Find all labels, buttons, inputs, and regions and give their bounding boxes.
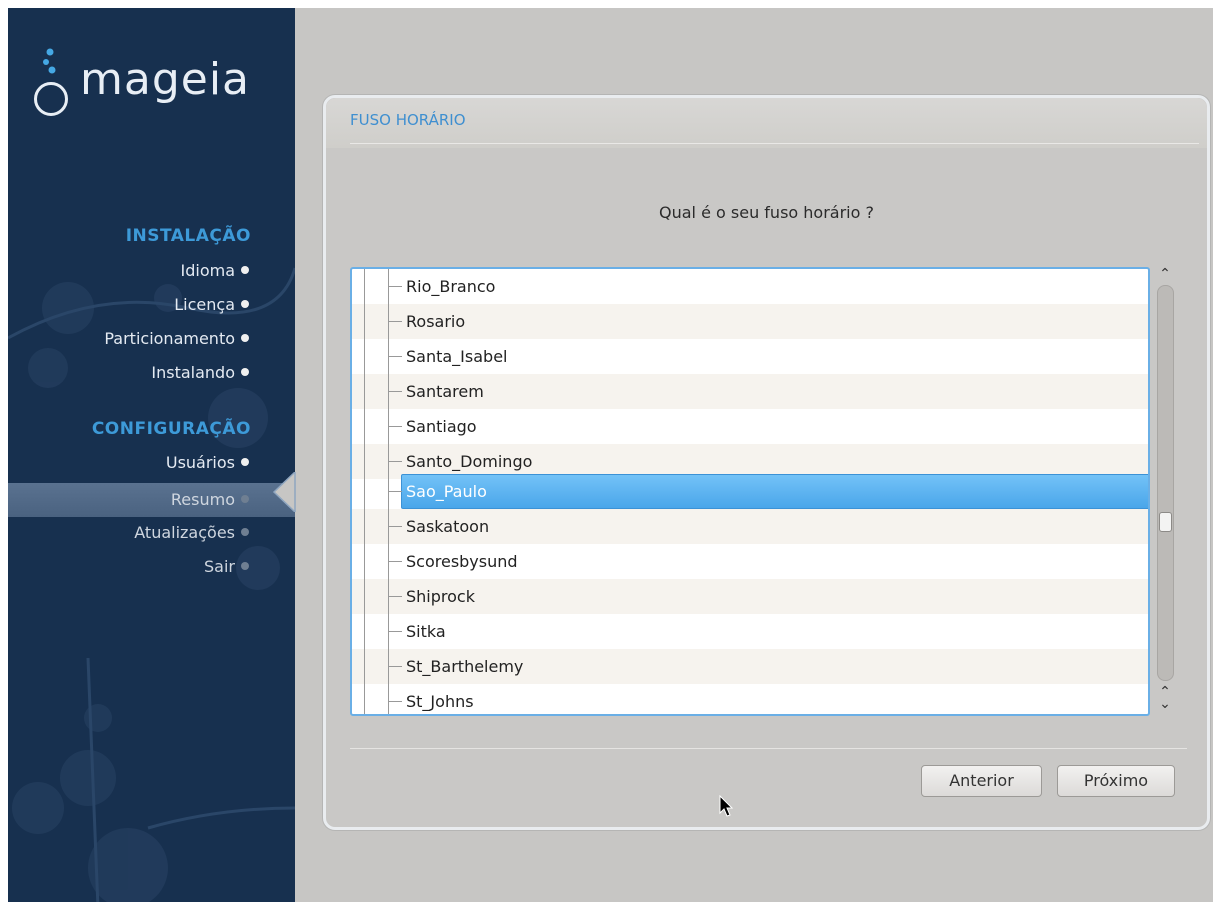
- logo-drops-icon: [43, 48, 56, 74]
- tree-guide-line: [364, 269, 365, 714]
- step-done-dot-icon: [241, 265, 249, 274]
- next-button[interactable]: Próximo: [1057, 765, 1175, 797]
- list-item[interactable]: Saskatoon: [352, 509, 1148, 544]
- list-item[interactable]: Santarem: [352, 374, 1148, 409]
- step-pending-dot-icon: [241, 527, 249, 536]
- step-label: Instalando: [151, 363, 235, 382]
- step-done-dot-icon: [241, 299, 249, 308]
- section-title-installation: INSTALAÇÃO: [125, 226, 251, 246]
- logo-text: mageia: [80, 54, 251, 105]
- mageia-logo: mageia: [30, 46, 290, 116]
- dialog-title: FUSO HORÁRIO: [350, 111, 466, 129]
- timezone-question: Qual é o seu fuso horário ?: [659, 203, 874, 222]
- step-label: Usuários: [165, 453, 235, 472]
- step-exit: Sair: [204, 553, 249, 581]
- step-label: Licença: [174, 295, 235, 314]
- list-item-selected[interactable]: Sao_Paulo: [352, 474, 1148, 509]
- sidebar: mageia INSTALAÇÃO Idioma Licença Partici…: [8, 8, 295, 902]
- list-item[interactable]: Scoresbysund: [352, 544, 1148, 579]
- active-step-arrow-icon: [272, 472, 296, 512]
- step-done-dot-icon: [241, 457, 249, 466]
- logo-circle-icon: [34, 82, 68, 116]
- mouse-cursor-icon: [719, 795, 734, 817]
- step-label: Atualizações: [134, 523, 235, 542]
- step-label: Sair: [204, 557, 235, 576]
- step-updates: Atualizações: [134, 519, 249, 547]
- step-label: Resumo: [170, 490, 235, 509]
- dialog-header: FUSO HORÁRIO: [326, 98, 1207, 148]
- step-partitioning: Particionamento: [104, 325, 249, 353]
- step-label: Particionamento: [104, 329, 235, 348]
- list-item[interactable]: Sitka: [352, 614, 1148, 649]
- step-language: Idioma: [180, 257, 249, 285]
- floral-decoration: [8, 267, 295, 902]
- list-item[interactable]: St_Johns: [352, 684, 1148, 714]
- timezone-list[interactable]: Rio_Branco Rosario Santa_Isabel Santarem…: [350, 267, 1150, 716]
- step-users: Usuários: [166, 449, 249, 477]
- step-done-dot-icon: [241, 333, 249, 342]
- timezone-dialog: FUSO HORÁRIO Qual é o seu fuso horário ?…: [323, 95, 1210, 830]
- scroll-thumb[interactable]: [1159, 512, 1172, 532]
- list-item[interactable]: Santiago: [352, 409, 1148, 444]
- footer-divider: [350, 748, 1187, 749]
- step-installing: Instalando: [151, 359, 249, 387]
- scroll-track[interactable]: [1157, 285, 1174, 681]
- step-license: Licença: [174, 291, 249, 319]
- list-item[interactable]: St_Barthelemy: [352, 649, 1148, 684]
- list-item[interactable]: Shiprock: [352, 579, 1148, 614]
- step-pending-dot-icon: [241, 561, 249, 570]
- step-label: Idioma: [180, 261, 236, 280]
- tree-guide-line: [388, 269, 389, 714]
- previous-button[interactable]: Anterior: [921, 765, 1042, 797]
- active-step-highlight: [8, 483, 295, 517]
- scroll-down-icon[interactable]: ⌄: [1156, 697, 1174, 711]
- list-item[interactable]: Santa_Isabel: [352, 339, 1148, 374]
- step-summary: Resumo: [171, 486, 249, 514]
- list-scrollbar[interactable]: ⌃ ⌃ ⌄: [1154, 267, 1176, 716]
- scroll-up-icon[interactable]: ⌃: [1156, 267, 1174, 281]
- section-title-configuration: CONFIGURAÇÃO: [91, 419, 251, 439]
- list-item[interactable]: Rosario: [352, 304, 1148, 339]
- list-item[interactable]: Rio_Branco: [352, 269, 1148, 304]
- header-divider: [350, 143, 1199, 144]
- step-pending-dot-icon: [241, 494, 249, 503]
- step-done-dot-icon: [241, 367, 249, 376]
